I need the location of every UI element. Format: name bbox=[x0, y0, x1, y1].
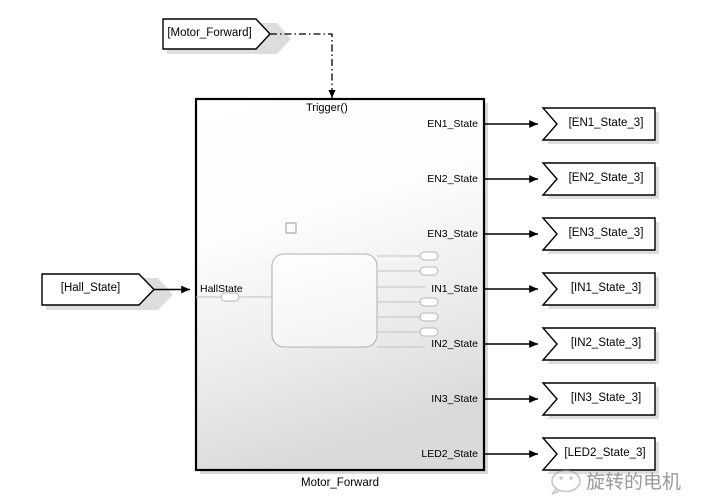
main-block-name-label: Motor_Forward bbox=[301, 477, 379, 489]
goto-block-label-in1: [IN1_State_3] bbox=[570, 282, 642, 294]
diagram-vector-layer bbox=[41, 18, 659, 495]
chart-state-box bbox=[271, 253, 378, 348]
output-port-label-en2-state: EN2_State bbox=[427, 173, 478, 185]
output-port-label-en1-state: EN1_State bbox=[427, 118, 478, 130]
watermark-text: 旋转的电机 bbox=[586, 471, 682, 493]
wechat-icon bbox=[551, 469, 581, 495]
diagram-canvas: [Motor_Forward] [Hall_State] Trigger() H… bbox=[0, 0, 720, 504]
goto-block-label-en3: [EN3_State_3] bbox=[568, 227, 644, 239]
output-port-label-in1-state: IN1_State bbox=[431, 283, 478, 295]
from-block-label-motor-forward: [Motor_Forward] bbox=[167, 27, 252, 39]
output-port-label-in3-state: IN3_State bbox=[431, 393, 478, 405]
goto-block-label-en1: [EN1_State_3] bbox=[568, 117, 644, 129]
goto-block-label-in2: [IN2_State_3] bbox=[570, 337, 642, 349]
output-signal-lines bbox=[484, 120, 538, 458]
output-port-label-in2-state: IN2_State bbox=[431, 338, 478, 350]
goto-block-label-in3: [IN3_State_3] bbox=[570, 392, 642, 404]
goto-block-label-led2: [LED2_State_3] bbox=[564, 447, 646, 459]
from-block-label-hall-state: [Hall_State] bbox=[60, 282, 121, 294]
trigger-label: Trigger() bbox=[306, 102, 348, 114]
input-port-label-hallstate: HallState bbox=[200, 283, 243, 295]
goto-block-label-en2: [EN2_State_3] bbox=[568, 172, 644, 184]
output-port-label-led2-state: LED2_State bbox=[421, 448, 478, 460]
output-port-label-en3-state: EN3_State bbox=[427, 228, 478, 240]
